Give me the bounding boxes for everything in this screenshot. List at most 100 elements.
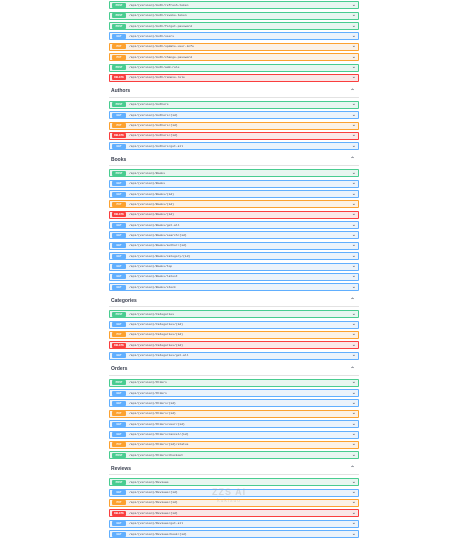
chevron-down-icon[interactable]: ⌄ bbox=[352, 102, 356, 107]
chevron-up-icon[interactable]: ⌃ bbox=[350, 88, 359, 95]
operation-row[interactable]: PUT/api/{version}/Books/{id} ⌄ bbox=[109, 200, 359, 209]
operation-row[interactable]: GET/api/{version}/Categories/{id} ⌄ bbox=[109, 320, 359, 329]
operation-row[interactable]: GET/api/{version}/Orders/cancel/{id} ⌄ bbox=[109, 430, 359, 439]
operation-row[interactable]: GET/api/{version}/Books/{id} ⌄ bbox=[109, 190, 359, 199]
operation-row[interactable]: GET/api/{version}/Books ⌄ bbox=[109, 179, 359, 188]
chevron-down-icon[interactable]: ⌄ bbox=[352, 65, 356, 70]
chevron-down-icon[interactable]: ⌄ bbox=[352, 274, 356, 279]
operation-path: /api/{version}/Reviews/get-all bbox=[129, 522, 184, 526]
chevron-down-icon[interactable]: ⌄ bbox=[352, 54, 356, 60]
chevron-down-icon[interactable]: ⌄ bbox=[352, 112, 356, 118]
operation-row[interactable]: POST/api/{version}/Authors ⌄ bbox=[109, 100, 359, 109]
chevron-up-icon[interactable]: ⌃ bbox=[350, 366, 359, 373]
chevron-down-icon[interactable]: ⌄ bbox=[352, 212, 356, 217]
operation-row[interactable]: GET/api/{version}/Books/search/{id} ⌄ bbox=[109, 231, 359, 240]
operation-row[interactable]: POST/api/{version}/Auth/revoke-token ⌄ bbox=[109, 11, 359, 20]
chevron-down-icon[interactable]: ⌄ bbox=[352, 143, 356, 149]
operation-row[interactable]: GET/api/{version}/Books/category/{id} ⌄ bbox=[109, 252, 359, 261]
chevron-down-icon[interactable]: ⌄ bbox=[352, 400, 356, 406]
operation-row[interactable]: DELETE/api/{version}/Reviews/{id} ⌄ bbox=[109, 509, 359, 518]
chevron-down-icon[interactable]: ⌄ bbox=[352, 442, 356, 447]
chevron-up-icon[interactable]: ⌃ bbox=[350, 297, 359, 304]
chevron-down-icon[interactable]: ⌄ bbox=[352, 322, 356, 327]
operation-row[interactable]: GET/api/{version}/Orders ⌄ bbox=[109, 389, 359, 398]
chevron-up-icon[interactable]: ⌃ bbox=[350, 156, 359, 163]
operation-row[interactable]: DELETE/api/{version}/Auth/remove-role ⌄ bbox=[109, 73, 359, 82]
chevron-down-icon[interactable]: ⌄ bbox=[352, 421, 356, 427]
operation-row[interactable]: GET/api/{version}/Orders/user/{id} ⌄ bbox=[109, 420, 359, 429]
chevron-down-icon[interactable]: ⌄ bbox=[352, 311, 356, 317]
operation-row[interactable]: GET/api/{version}/Books/author/{id} ⌄ bbox=[109, 241, 359, 250]
operation-row[interactable]: PUT/api/{version}/Auth/change-password ⌄ bbox=[109, 53, 359, 62]
chevron-down-icon[interactable]: ⌄ bbox=[352, 2, 356, 8]
chevron-down-icon[interactable]: ⌄ bbox=[352, 531, 356, 537]
chevron-down-icon[interactable]: ⌄ bbox=[352, 133, 356, 138]
chevron-down-icon[interactable]: ⌄ bbox=[352, 243, 356, 248]
operation-row[interactable]: GET/api/{version}/Books/latest ⌄ bbox=[109, 272, 359, 281]
chevron-down-icon[interactable]: ⌄ bbox=[352, 342, 356, 348]
chevron-down-icon[interactable]: ⌄ bbox=[352, 253, 356, 259]
chevron-down-icon[interactable]: ⌄ bbox=[352, 380, 356, 385]
chevron-down-icon[interactable]: ⌄ bbox=[352, 170, 356, 176]
operation-row[interactable]: GET/api/{version}/Categories/get-all ⌄ bbox=[109, 351, 359, 360]
chevron-down-icon[interactable]: ⌄ bbox=[352, 13, 356, 18]
operation-row[interactable]: GET/api/{version}/Authors/{id} ⌄ bbox=[109, 111, 359, 120]
chevron-down-icon[interactable]: ⌄ bbox=[352, 201, 356, 207]
chevron-down-icon[interactable]: ⌄ bbox=[352, 500, 356, 505]
chevron-down-icon[interactable]: ⌄ bbox=[352, 479, 356, 485]
operation-row[interactable]: GET/api/{version}/Auth/users ⌄ bbox=[109, 32, 359, 41]
operation-row[interactable]: GET/api/{version}/Books/top ⌄ bbox=[109, 262, 359, 271]
section-header-authors[interactable]: Authors ⌃ bbox=[109, 86, 359, 98]
section-header-categories[interactable]: Categories ⌃ bbox=[109, 295, 359, 308]
operation-row[interactable]: PUT/api/{version}/Authors/{id} ⌄ bbox=[109, 121, 359, 130]
operation-row[interactable]: GET/api/{version}/Books/get-all ⌄ bbox=[109, 221, 359, 230]
operation-path: /api/{version}/Authors/{id} bbox=[129, 113, 178, 117]
operation-row[interactable]: POST/api/{version}/Categories ⌄ bbox=[109, 310, 359, 319]
operation-row[interactable]: PUT/api/{version}/Auth/update-user-info ⌄ bbox=[109, 42, 359, 51]
operation-row[interactable]: DELETE/api/{version}/Authors/{id} ⌄ bbox=[109, 131, 359, 140]
chevron-down-icon[interactable]: ⌄ bbox=[352, 23, 356, 29]
operation-path: /api/{version}/Auth/refresh-token bbox=[129, 3, 189, 7]
chevron-down-icon[interactable]: ⌄ bbox=[352, 411, 356, 416]
chevron-down-icon[interactable]: ⌄ bbox=[352, 353, 356, 358]
chevron-down-icon[interactable]: ⌄ bbox=[352, 490, 356, 495]
chevron-up-icon[interactable]: ⌃ bbox=[350, 465, 359, 472]
chevron-down-icon[interactable]: ⌄ bbox=[352, 432, 356, 437]
operation-row[interactable]: DELETE/api/{version}/Categories/{id} ⌄ bbox=[109, 341, 359, 350]
chevron-down-icon[interactable]: ⌄ bbox=[352, 284, 356, 290]
chevron-down-icon[interactable]: ⌄ bbox=[352, 75, 356, 80]
chevron-down-icon[interactable]: ⌄ bbox=[352, 264, 356, 269]
operation-row[interactable]: GET/api/{version}/Books/stock ⌄ bbox=[109, 283, 359, 292]
operation-row[interactable]: POST/api/{version}/Orders ⌄ bbox=[109, 378, 359, 387]
operation-row[interactable]: DELETE/api/{version}/Books/{id} ⌄ bbox=[109, 210, 359, 219]
chevron-down-icon[interactable]: ⌄ bbox=[352, 44, 356, 49]
chevron-down-icon[interactable]: ⌄ bbox=[352, 191, 356, 197]
chevron-down-icon[interactable]: ⌄ bbox=[352, 452, 356, 458]
operation-row[interactable]: PUT/api/{version}/Categories/{id} ⌄ bbox=[109, 330, 359, 339]
chevron-down-icon[interactable]: ⌄ bbox=[352, 232, 356, 238]
operation-row[interactable]: GET/api/{version}/Authors/get-all ⌄ bbox=[109, 142, 359, 151]
operation-row[interactable]: POST/api/{version}/Auth/add-role ⌄ bbox=[109, 63, 359, 72]
chevron-down-icon[interactable]: ⌄ bbox=[352, 332, 356, 337]
operation-row[interactable]: GET/api/{version}/Reviews/get-all ⌄ bbox=[109, 519, 359, 528]
operation-row[interactable]: POST/api/{version}/Orders/checkout ⌄ bbox=[109, 451, 359, 460]
operation-row[interactable]: POST/api/{version}/Auth/forgot-password ⌄ bbox=[109, 22, 359, 31]
chevron-down-icon[interactable]: ⌄ bbox=[352, 390, 356, 396]
operation-path: /api/{version}/Books/{id} bbox=[129, 213, 175, 217]
operation-row[interactable]: GET/api/{version}/Reviews/book/{id} ⌄ bbox=[109, 530, 359, 539]
section-header-books[interactable]: Books ⌃ bbox=[109, 154, 359, 167]
section-header-orders[interactable]: Orders ⌃ bbox=[109, 364, 359, 376]
chevron-down-icon[interactable]: ⌄ bbox=[352, 222, 356, 228]
operation-row[interactable]: POST/api/{version}/Auth/refresh-token ⌄ bbox=[109, 1, 359, 10]
operation-row[interactable]: PUT/api/{version}/Orders/{id}/status ⌄ bbox=[109, 440, 359, 449]
section-header-reviews[interactable]: Reviews ⌃ bbox=[109, 463, 359, 476]
chevron-down-icon[interactable]: ⌄ bbox=[352, 510, 356, 516]
operation-row[interactable]: PUT/api/{version}/Orders/{id} ⌄ bbox=[109, 409, 359, 418]
chevron-down-icon[interactable]: ⌄ bbox=[352, 181, 356, 186]
chevron-down-icon[interactable]: ⌄ bbox=[352, 33, 356, 39]
chevron-down-icon[interactable]: ⌄ bbox=[352, 123, 356, 128]
operation-row[interactable]: GET/api/{version}/Orders/{id} ⌄ bbox=[109, 399, 359, 408]
chevron-down-icon[interactable]: ⌄ bbox=[352, 521, 356, 526]
operation-row[interactable]: POST/api/{version}/Reviews ⌄ bbox=[109, 478, 359, 487]
operation-row[interactable]: POST/api/{version}/Books ⌄ bbox=[109, 169, 359, 178]
